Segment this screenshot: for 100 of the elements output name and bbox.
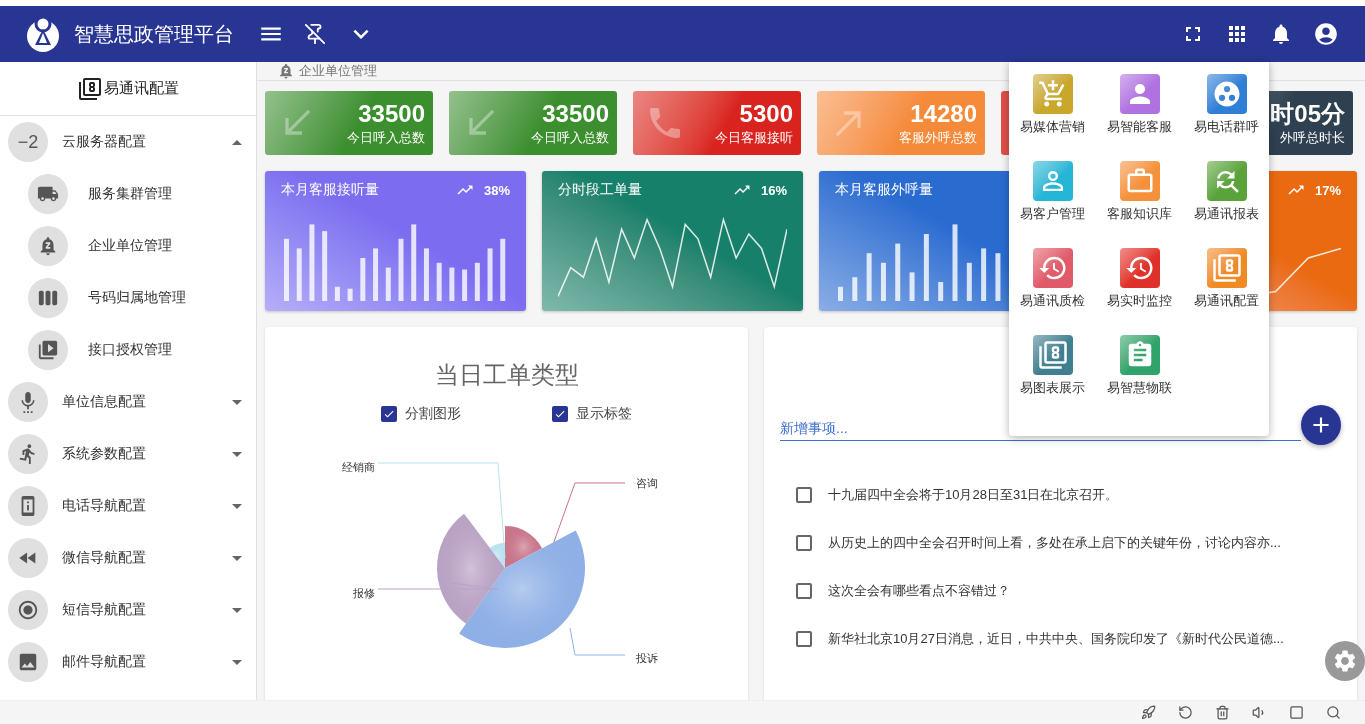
- chart-bar: [866, 253, 872, 301]
- chart-bar: [347, 288, 353, 301]
- todo-text: 十九届四中全会将于10月28日至31日在北京召开。: [828, 486, 1119, 504]
- avatar-icon: [28, 226, 68, 266]
- stat-label: 今日呼入总数: [347, 129, 425, 147]
- app-menu-item[interactable]: 易实时监控: [1096, 248, 1183, 335]
- app-menu-item[interactable]: 易通讯质检: [1009, 248, 1096, 335]
- sidebar-subitem[interactable]: 企业单位管理: [0, 220, 256, 272]
- slice-label: 咨询: [636, 477, 658, 489]
- rocket-icon[interactable]: [1141, 705, 1156, 720]
- app-menu-item[interactable]: 易智能客服: [1096, 74, 1183, 161]
- checkbox[interactable]: [796, 487, 812, 503]
- chart-bar: [398, 238, 404, 301]
- checkbox[interactable]: [796, 583, 812, 599]
- app-menu-item[interactable]: 易客户管理: [1009, 161, 1096, 248]
- sidebar-item[interactable]: 邮件导航配置: [0, 636, 256, 688]
- todo-text: 这次全会有哪些看点不容错过？: [828, 582, 1010, 600]
- sidebar-subitem[interactable]: 接口授权管理: [0, 324, 256, 376]
- change-percent: 16%: [760, 183, 787, 198]
- slice-label: 经销商: [342, 461, 375, 473]
- avatar-icon: [28, 330, 68, 370]
- checkbox[interactable]: [796, 631, 812, 647]
- chart-bar: [385, 267, 391, 301]
- card-title: 本月客服外呼量: [835, 181, 934, 200]
- sidebar-item[interactable]: 微信导航配置: [0, 532, 256, 584]
- chart-bar: [852, 277, 858, 301]
- gear-icon: [1332, 648, 1358, 674]
- stat-value: 14280: [910, 99, 977, 129]
- stat-value: 33500: [542, 99, 609, 129]
- caret-down-icon: [232, 503, 242, 509]
- app-menu-item[interactable]: 易智慧物联: [1096, 335, 1183, 422]
- chart-bar: [462, 269, 468, 301]
- chart-bar: [895, 243, 901, 301]
- trash-icon[interactable]: [1215, 705, 1230, 720]
- todo-text: 新华社北京10月27日消息，近日，中共中央、国务院印发了《新时代公民道德...: [828, 630, 1284, 648]
- checkbox[interactable]: [380, 406, 397, 422]
- caret-down-icon: [232, 555, 242, 561]
- sidebar-item[interactable]: −2 云服务器配置: [0, 116, 256, 168]
- todo-text: 从历史上的四中全会召开时间上看，多处在承上启下的关键年份，讨论内容亦...: [828, 534, 1281, 552]
- card-title: 分时段工单量: [558, 181, 643, 200]
- sidebar-item[interactable]: 短信导航配置: [0, 584, 256, 636]
- app-menu-item[interactable]: 客服知识库: [1096, 161, 1183, 248]
- chart-bar: [322, 231, 328, 301]
- sidebar-subitem[interactable]: 服务集群管理: [0, 168, 256, 220]
- change-percent: 38%: [483, 183, 510, 198]
- avatar-icon: [28, 174, 68, 214]
- checkbox[interactable]: [552, 406, 569, 422]
- logo-icon: [24, 15, 62, 53]
- stat-label: 今日客服接听: [715, 129, 793, 147]
- app-title: 智慧思政管理平台: [74, 21, 234, 47]
- search-icon[interactable]: [1326, 705, 1341, 720]
- sidebar-subitem[interactable]: 号码归属地管理: [0, 272, 256, 324]
- checkbox[interactable]: [796, 535, 812, 551]
- caret-down-icon: [232, 451, 242, 457]
- app-menu-item[interactable]: 易电话群呼: [1183, 74, 1270, 161]
- stat-value: 33500: [358, 99, 425, 129]
- chart-bar: [909, 272, 915, 301]
- sidebar-item[interactable]: 系统参数配置: [0, 428, 256, 480]
- stat-label: 外呼总时长: [1280, 129, 1345, 147]
- breadcrumb[interactable]: 企业单位管理: [299, 62, 377, 80]
- sidebar-item[interactable]: 单位信息配置: [0, 376, 256, 428]
- chart-bar: [923, 233, 929, 301]
- chart-bar: [360, 257, 366, 301]
- chart-bar: [938, 281, 944, 301]
- app-menu-item[interactable]: 易图表展示: [1009, 335, 1096, 422]
- checkbox-option[interactable]: 分割图形: [380, 405, 461, 423]
- sidebar-item[interactable]: 电话导航配置: [0, 480, 256, 532]
- chart-bar: [487, 248, 493, 301]
- bell-icon: [277, 62, 295, 80]
- chart-bar: [373, 248, 379, 301]
- add-button[interactable]: [1301, 405, 1341, 445]
- slice-label: 报修: [353, 587, 375, 599]
- rotate-icon[interactable]: [1178, 705, 1193, 720]
- checkbox-option[interactable]: 显示标签: [552, 405, 633, 423]
- slice-label: 投诉: [636, 652, 658, 664]
- chart-bar: [423, 248, 429, 301]
- chart-bar: [449, 267, 455, 301]
- stat-label: 客服外呼总数: [899, 129, 977, 147]
- stat-value: 时05分: [1270, 99, 1345, 129]
- app-menu-item[interactable]: 易通讯报表: [1183, 161, 1270, 248]
- badge-avatar: −2: [8, 122, 48, 162]
- stat-label: 今日呼入总数: [531, 129, 609, 147]
- app-menu-item[interactable]: 易媒体营销: [1009, 74, 1096, 161]
- caret-down-icon: [232, 399, 242, 405]
- chart-bar: [838, 286, 843, 301]
- chart-title: 当日工单类型: [433, 360, 580, 390]
- app-menu-item[interactable]: 易通讯配置: [1183, 248, 1270, 335]
- chart-bar: [500, 238, 506, 301]
- chart-bar: [296, 248, 302, 301]
- image-icon: [17, 651, 39, 673]
- stacked-eight-icon: [77, 76, 102, 101]
- chart-bar: [995, 253, 1001, 301]
- avatar-icon: [28, 278, 68, 318]
- stat-value: 5300: [739, 99, 793, 129]
- square-icon[interactable]: [1289, 705, 1304, 720]
- chart-bar: [966, 262, 972, 301]
- change-percent: 17%: [1314, 183, 1341, 198]
- card-title: 本月客服接听量: [281, 181, 380, 200]
- caret-down-icon: [232, 607, 242, 613]
- chart-bar: [284, 238, 289, 301]
